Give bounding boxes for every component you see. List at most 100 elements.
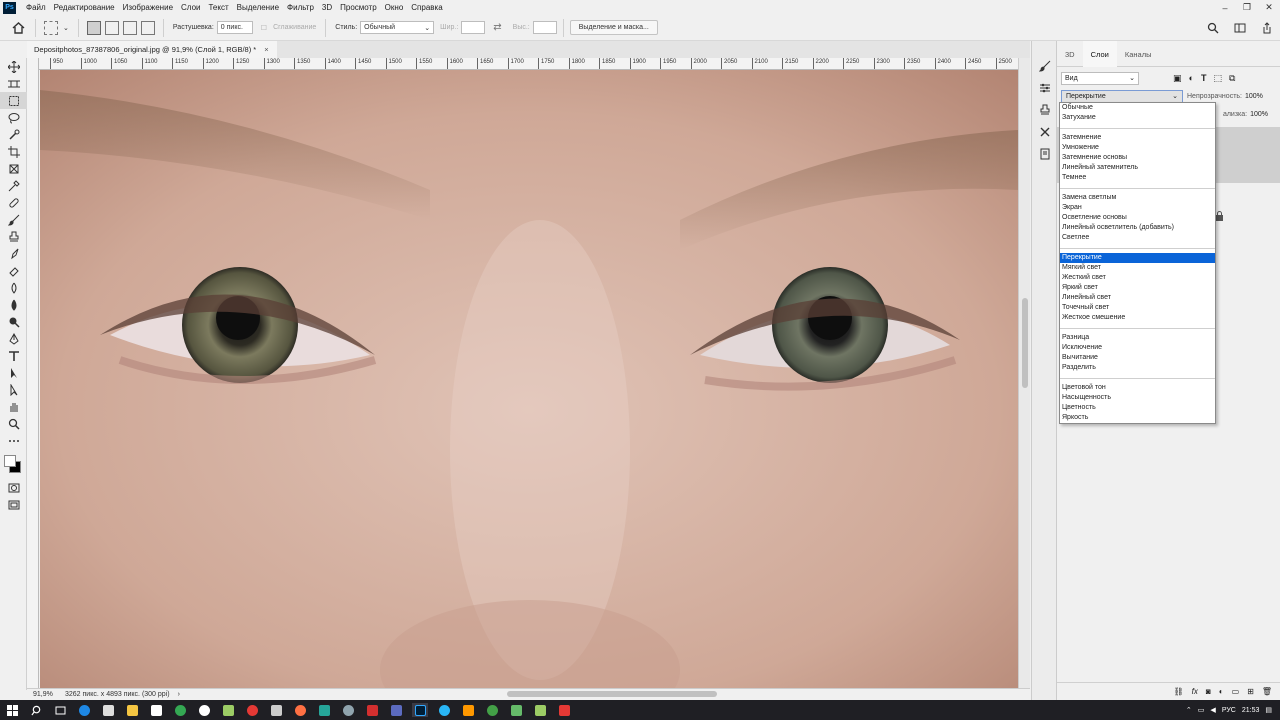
blend-mode-option[interactable]: Цветность [1060, 403, 1215, 413]
windows-start-icon[interactable] [4, 703, 20, 717]
vertical-scrollbar[interactable] [1018, 58, 1030, 688]
panel-tab[interactable]: Каналы [1117, 41, 1160, 67]
zoom-tool-icon[interactable] [0, 415, 27, 432]
search-icon[interactable] [1199, 20, 1226, 37]
add-selection-icon[interactable] [104, 20, 119, 35]
blend-mode-option[interactable]: Обычные [1060, 103, 1215, 113]
network-tray-icon[interactable]: ▭ [1198, 706, 1205, 714]
menu-item[interactable]: Файл [22, 0, 50, 15]
menu-item[interactable]: Слои [177, 0, 204, 15]
healing-brush-tool-icon[interactable] [0, 194, 27, 211]
app-green-icon[interactable] [508, 703, 524, 717]
eyedropper-tool-icon[interactable] [0, 177, 27, 194]
blend-mode-option[interactable]: Насыщенность [1060, 393, 1215, 403]
marquee-tool-preset-icon[interactable] [44, 20, 58, 35]
menu-item[interactable]: Окно [381, 0, 408, 15]
adjustment-layer-icon[interactable]: ◐ [1219, 687, 1224, 696]
menu-item[interactable]: Текст [204, 0, 232, 15]
blend-mode-option[interactable]: Разница [1060, 333, 1215, 343]
blur-tool-icon[interactable] [0, 296, 27, 313]
close-icon[interactable]: ✕ [1258, 0, 1280, 15]
frame-tool-icon[interactable] [0, 160, 27, 177]
swap-icon[interactable]: ⇄ [493, 22, 501, 33]
properties-icon[interactable] [1032, 143, 1058, 165]
blend-mode-option[interactable]: Исключение [1060, 343, 1215, 353]
new-group-icon[interactable]: ▭ [1232, 687, 1240, 696]
color-swatches[interactable] [0, 449, 27, 479]
file-explorer-icon[interactable] [124, 703, 140, 717]
network-icon[interactable] [340, 703, 356, 717]
height-input[interactable] [532, 21, 557, 34]
status-arrow-icon[interactable]: › [178, 691, 180, 698]
blend-mode-option[interactable]: Темнее [1060, 173, 1215, 183]
lasso-tool-icon[interactable] [0, 109, 27, 126]
minimize-icon[interactable]: – [1214, 0, 1236, 15]
workspace-icon[interactable] [1226, 20, 1253, 37]
type-tool-icon[interactable] [0, 347, 27, 364]
menu-item[interactable]: Выделение [233, 0, 283, 15]
move-tool-icon[interactable] [0, 58, 27, 75]
filter-adjustment-icon[interactable]: ◐ [1189, 73, 1194, 84]
task-view-icon[interactable] [52, 703, 68, 717]
filter-shape-icon[interactable]: ⬚ [1213, 73, 1222, 84]
more-tools-icon[interactable] [0, 432, 27, 449]
blend-mode-option[interactable]: Светлее [1060, 233, 1215, 243]
camera-icon[interactable] [388, 703, 404, 717]
photoshop-taskbar-icon[interactable] [412, 703, 428, 717]
store-icon[interactable] [100, 703, 116, 717]
blend-mode-option[interactable]: Экран [1060, 203, 1215, 213]
blend-mode-option[interactable]: Осветление основы [1060, 213, 1215, 223]
blend-mode-select[interactable]: Перекрытие ⌄ [1061, 89, 1183, 103]
document-tab[interactable]: Depositphotos_87387806_original.jpg @ 91… [27, 41, 277, 58]
opera-icon[interactable] [244, 703, 260, 717]
subtract-selection-icon[interactable] [122, 20, 137, 35]
blend-mode-option[interactable]: Разделить [1060, 363, 1215, 373]
app-lime-icon[interactable] [532, 703, 548, 717]
filter-pixel-icon[interactable]: ▣ [1173, 73, 1182, 84]
add-mask-icon[interactable]: ◙ [1206, 687, 1211, 696]
eraser-tool-icon[interactable] [0, 262, 27, 279]
image-canvas[interactable] [40, 70, 1018, 688]
antialias-checkbox[interactable]: ☐ [261, 24, 267, 32]
quick-mask-icon[interactable] [0, 479, 27, 496]
clone-stamp-tool-icon[interactable] [0, 228, 27, 245]
home-icon[interactable] [7, 17, 29, 39]
paint-icon[interactable] [268, 703, 284, 717]
blend-mode-option[interactable]: Затемнение основы [1060, 153, 1215, 163]
restore-icon[interactable]: ❐ [1236, 0, 1258, 15]
hand-tool-icon[interactable] [0, 398, 27, 415]
select-and-mask-button[interactable]: Выделение и маска... [569, 20, 658, 35]
blend-mode-option[interactable]: Жесткое смешение [1060, 313, 1215, 323]
direct-selection-tool-icon[interactable] [0, 381, 27, 398]
close-tab-icon[interactable]: × [264, 45, 268, 54]
tray-up-icon[interactable]: ⌃ [1186, 706, 1192, 714]
menu-item[interactable]: Изображение [119, 0, 177, 15]
notifications-icon[interactable]: ▤ [1265, 706, 1272, 714]
intersect-selection-icon[interactable] [140, 20, 155, 35]
brush-tool-icon[interactable] [0, 211, 27, 228]
fill-value[interactable]: 100% [1250, 111, 1268, 118]
chevron-down-icon[interactable]: ⌄ [63, 24, 69, 32]
yandex-icon[interactable] [196, 703, 212, 717]
tools-preset-icon[interactable] [1032, 121, 1058, 143]
style-select[interactable]: Обычный ⌄ [360, 21, 435, 34]
mail-icon[interactable] [148, 703, 164, 717]
volume-icon[interactable]: ◀ [1210, 706, 1215, 714]
blend-mode-option[interactable]: Линейный свет [1060, 293, 1215, 303]
panel-tab[interactable]: 3D [1057, 41, 1083, 67]
filter-smart-icon[interactable]: ⧉ [1229, 73, 1235, 84]
share-icon[interactable] [1253, 20, 1280, 37]
layer-style-icon[interactable]: fx [1192, 687, 1198, 696]
horizontal-scroll-thumb[interactable] [507, 691, 717, 697]
search-icon[interactable] [28, 703, 44, 717]
screen-mode-icon[interactable] [0, 496, 27, 513]
brush-settings-icon[interactable] [1032, 55, 1058, 77]
filter-type-icon[interactable]: T [1201, 73, 1207, 84]
pen-tool-icon[interactable] [0, 330, 27, 347]
adjustments-icon[interactable] [1032, 77, 1058, 99]
menu-item[interactable]: Просмотр [336, 0, 381, 15]
link-layers-icon[interactable]: ⛓ [1174, 687, 1184, 696]
artboard-tool-icon[interactable] [0, 75, 27, 92]
feather-input[interactable]: 0 пикс. [216, 21, 253, 34]
clone-source-icon[interactable] [1032, 99, 1058, 121]
